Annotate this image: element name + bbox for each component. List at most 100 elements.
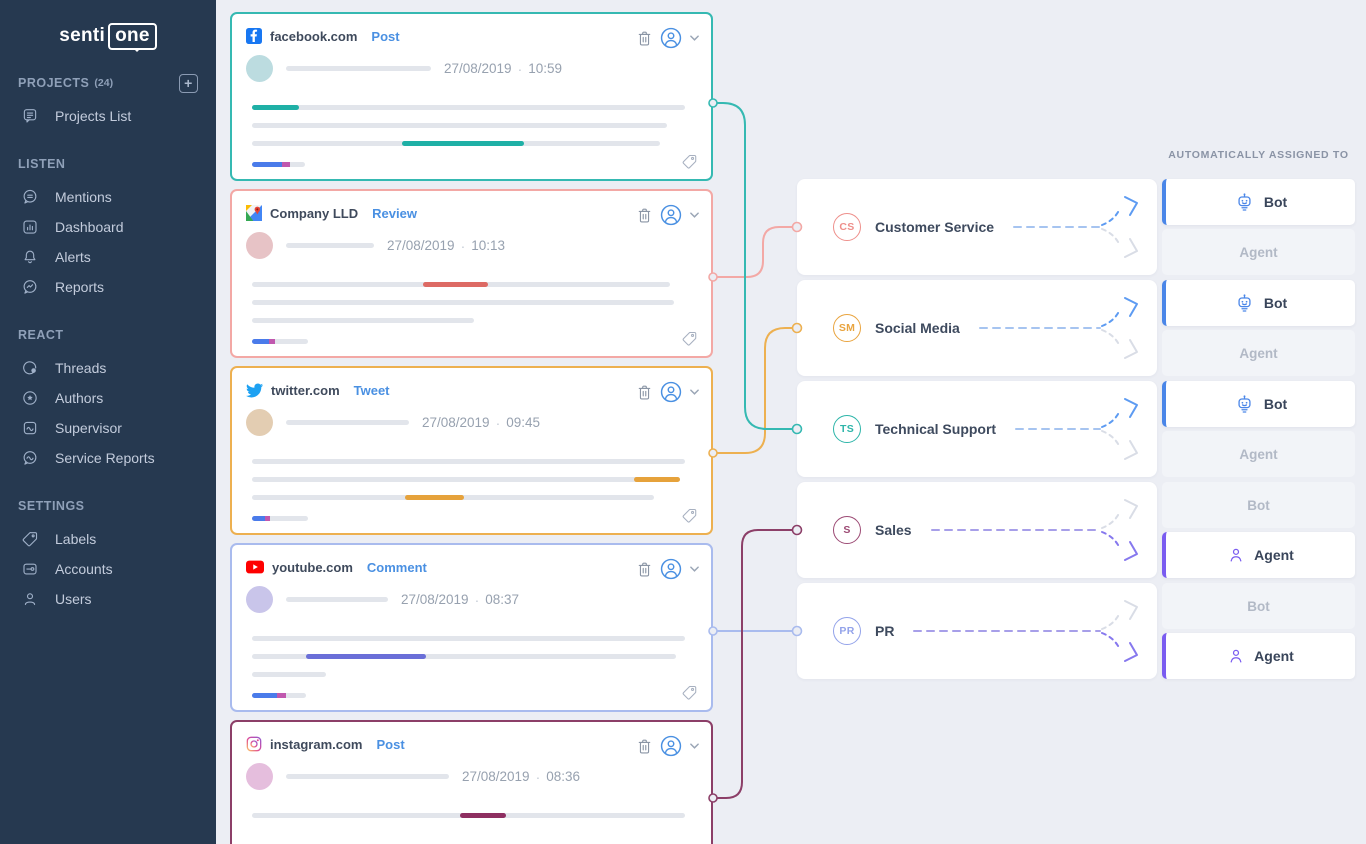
mention-time: 10:59 <box>528 61 562 76</box>
mention-date: 27/08/2019 <box>387 238 455 253</box>
chevron-down-icon[interactable] <box>690 389 699 395</box>
assignee-avatar-icon[interactable] <box>660 558 682 580</box>
author-name-placeholder <box>286 66 431 71</box>
mention-card-header: facebook.com Post <box>246 27 400 45</box>
sidebar-section-title: PROJECTS <box>18 76 89 90</box>
assignment-option-agent[interactable]: Agent <box>1162 330 1355 376</box>
mention-card-twitter-com[interactable]: twitter.com Tweet 27/08/2019 · 09:45 <box>230 366 713 535</box>
assignment-option-bot[interactable]: Bot <box>1162 179 1355 225</box>
highlighted-keyword-placeholder <box>252 105 299 110</box>
trash-icon[interactable] <box>637 384 652 401</box>
trash-icon[interactable] <box>637 30 652 47</box>
mention-card-company-lld[interactable]: Company LLD Review 27/08/2019 · 10:13 <box>230 189 713 358</box>
sidebar-item-authors[interactable]: Authors <box>18 383 198 413</box>
category-badge: TS <box>833 415 861 443</box>
twitter-icon <box>246 383 263 398</box>
category-badge: PR <box>833 617 861 645</box>
chevron-down-icon[interactable] <box>690 566 699 572</box>
sidebar-item-alerts[interactable]: Alerts <box>18 242 198 272</box>
assignment-option-bot[interactable]: Bot <box>1162 583 1355 629</box>
mentions-icon <box>20 188 40 206</box>
tag-icon[interactable] <box>681 153 698 170</box>
assignment-option-bot[interactable]: Bot <box>1162 280 1355 326</box>
highlighted-keyword-placeholder <box>460 813 506 818</box>
sidebar-section-items: Projects List <box>18 101 198 131</box>
text-placeholder-line <box>252 141 660 146</box>
sidebar-item-mentions[interactable]: Mentions <box>18 182 198 212</box>
date-separator: · <box>536 769 541 785</box>
mention-datetime: 27/08/2019 · 08:36 <box>462 769 580 785</box>
mention-type-link[interactable]: Tweet <box>354 383 390 398</box>
mention-card-actions <box>637 381 699 403</box>
mention-card-actions <box>637 558 699 580</box>
highlighted-keyword-placeholder <box>402 141 524 146</box>
alerts-icon <box>20 248 40 266</box>
mention-type-link[interactable]: Post <box>376 737 404 752</box>
sentione-logo: sentione <box>0 0 216 50</box>
assignment-option-agent[interactable]: Agent <box>1162 532 1355 578</box>
chevron-down-icon[interactable] <box>690 743 699 749</box>
users-icon <box>20 590 40 608</box>
mention-date: 27/08/2019 <box>444 61 512 76</box>
mention-type-link[interactable]: Post <box>371 29 399 44</box>
chevron-down-icon[interactable] <box>690 212 699 218</box>
supervisor-icon <box>20 419 40 437</box>
date-separator: · <box>461 238 466 254</box>
assignee-avatar-icon[interactable] <box>660 27 682 49</box>
category-badge: S <box>833 516 861 544</box>
accounts-icon <box>20 560 40 578</box>
category-row-social-media: SM Social Media <box>797 280 1157 376</box>
mention-card-actions <box>637 27 699 49</box>
mention-card-header: youtube.com Comment <box>246 558 427 576</box>
text-placeholder-line <box>252 105 685 110</box>
assignment-option-bot[interactable]: Bot <box>1162 381 1355 427</box>
sidebar-item-projects-list[interactable]: Projects List <box>18 101 198 131</box>
trash-icon[interactable] <box>637 561 652 578</box>
sidebar-section-header: SETTINGS <box>18 498 198 514</box>
sidebar-section-header: LISTEN <box>18 156 198 172</box>
mention-type-link[interactable]: Comment <box>367 560 427 575</box>
sidebar-section-header: REACT <box>18 327 198 343</box>
sidebar-item-reports[interactable]: Reports <box>18 272 198 302</box>
mention-date: 27/08/2019 <box>401 592 469 607</box>
category-label: Technical Support <box>875 421 996 437</box>
mention-type-link[interactable]: Review <box>372 206 417 221</box>
assignee-avatar-icon[interactable] <box>660 735 682 757</box>
assignment-option-agent[interactable]: Agent <box>1162 229 1355 275</box>
sidebar-item-supervisor[interactable]: Supervisor <box>18 413 198 443</box>
highlighted-keyword-placeholder <box>423 282 488 287</box>
sidebar-item-users[interactable]: Users <box>18 584 198 614</box>
sidebar-item-threads[interactable]: Threads <box>18 353 198 383</box>
mention-card-header: instagram.com Post <box>246 735 405 753</box>
tag-icon[interactable] <box>681 507 698 524</box>
trash-icon[interactable] <box>637 738 652 755</box>
category-row-pr: PR PR <box>797 583 1157 679</box>
author-name-placeholder <box>286 243 374 248</box>
assignee-avatar-icon[interactable] <box>660 381 682 403</box>
trash-icon[interactable] <box>637 207 652 224</box>
tag-icon[interactable] <box>681 330 698 347</box>
sidebar-section: REACT Threads Authors Supervisor Service… <box>18 327 198 473</box>
mention-card-youtube-com[interactable]: youtube.com Comment 27/08/2019 · 08:37 <box>230 543 713 712</box>
author-row: 27/08/2019 · 09:45 <box>246 409 540 436</box>
mention-card-instagram-com[interactable]: instagram.com Post 27/08/2019 · 08:36 <box>230 720 713 844</box>
category-row-customer-service: CS Customer Service <box>797 179 1157 275</box>
sidebar-item-labels[interactable]: Labels <box>18 524 198 554</box>
mention-datetime: 27/08/2019 · 10:13 <box>387 238 505 254</box>
assignment-option-bot[interactable]: Bot <box>1162 482 1355 528</box>
tag-icon[interactable] <box>681 684 698 701</box>
chevron-down-icon[interactable] <box>690 35 699 41</box>
assignment-option-agent[interactable]: Agent <box>1162 633 1355 679</box>
sentiment-bar <box>252 693 306 698</box>
sidebar-item-service-reports[interactable]: Service Reports <box>18 443 198 473</box>
mention-card-actions <box>637 204 699 226</box>
sidebar-item-dashboard[interactable]: Dashboard <box>18 212 198 242</box>
reports-icon <box>20 278 40 296</box>
assignee-avatar-icon[interactable] <box>660 204 682 226</box>
authors-icon <box>20 389 40 407</box>
sidebar-item-accounts[interactable]: Accounts <box>18 554 198 584</box>
assignment-option-agent[interactable]: Agent <box>1162 431 1355 477</box>
mention-card-facebook-com[interactable]: facebook.com Post 27/08/2019 · 10:59 <box>230 12 713 181</box>
add-project-button[interactable]: + <box>179 74 198 93</box>
sidebar-section-title: REACT <box>18 328 64 342</box>
